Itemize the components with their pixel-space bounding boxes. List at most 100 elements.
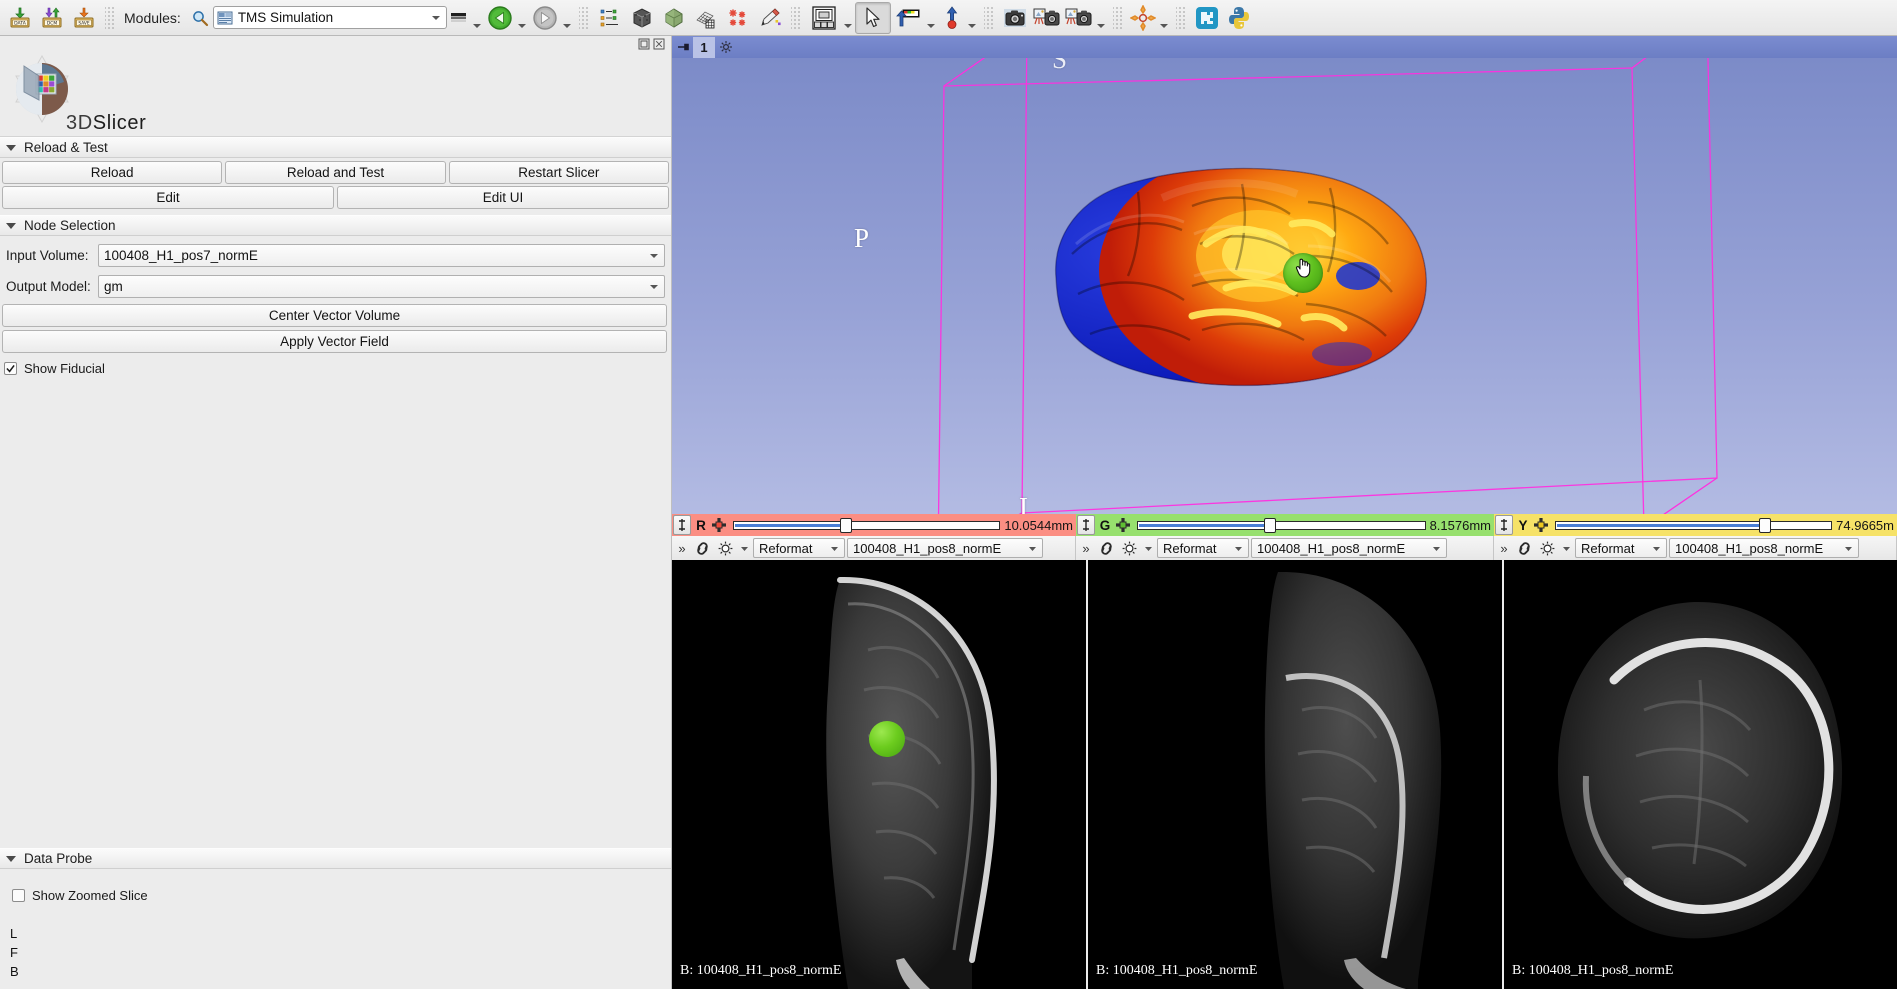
layout-icon[interactable] <box>806 3 842 33</box>
redo-dropdown[interactable] <box>561 3 574 33</box>
slice-visibility-dropdown-green[interactable] <box>1142 541 1155 556</box>
slice-visibility-toggle-red-icon[interactable] <box>715 538 736 558</box>
foreground-layer-icon[interactable] <box>891 3 925 33</box>
slice-offset-slider-red[interactable] <box>733 518 1000 532</box>
toolbar-separator <box>984 5 994 31</box>
input-volume-combobox[interactable]: 100408_H1_pos7_normE <box>98 244 665 267</box>
slice-visibility-toggle-yellow-icon[interactable] <box>1537 538 1558 558</box>
slice-label-yellow: B: 100408_H1_pos8_normE <box>1512 963 1673 979</box>
slice-link-red-icon[interactable] <box>692 538 713 558</box>
module-favorites-icon[interactable] <box>447 3 471 33</box>
slice-offset-controller-green[interactable]: G8.1576mm <box>1076 514 1494 536</box>
subject-hierarchy-icon[interactable] <box>594 3 626 33</box>
slice-visibility-dropdown-yellow[interactable] <box>1560 541 1573 556</box>
3d-view[interactable]: 1 <box>672 36 1897 514</box>
pin-slice-green-icon[interactable] <box>1077 515 1095 535</box>
collapse-triangle-icon <box>6 145 16 151</box>
pin-icon[interactable] <box>672 37 693 58</box>
section-node-selection[interactable]: Node Selection <box>0 215 671 236</box>
svg-text:DATA: DATA <box>14 20 27 26</box>
screenshot-icon[interactable] <box>999 3 1031 33</box>
slice-visibility-toggle-green-icon[interactable] <box>1119 538 1140 558</box>
slice-visibility-green-icon[interactable] <box>1113 515 1133 535</box>
slice-offset-value-green: 8.1576mm <box>1430 518 1494 533</box>
pin-slice-yellow-icon[interactable] <box>1495 515 1513 535</box>
module-selector-combobox[interactable]: TMS Simulation <box>213 6 447 29</box>
orientation-label-inferior: I <box>1019 492 1028 514</box>
section-reload-and-test[interactable]: Reload & Test <box>0 137 671 158</box>
restart-slicer-button[interactable]: Restart Slicer <box>449 161 669 184</box>
slice-visibility-red-icon[interactable] <box>709 515 729 535</box>
slice-offset-slider-yellow[interactable] <box>1555 518 1832 532</box>
crosshair-dropdown[interactable] <box>1158 3 1171 33</box>
reformat-combobox-red[interactable]: Reformat <box>753 538 845 558</box>
volume-rendering-icon[interactable] <box>626 3 658 33</box>
reload-button[interactable]: Reload <box>2 161 222 184</box>
crosshair-icon[interactable] <box>1128 3 1158 33</box>
slice-link-yellow-icon[interactable] <box>1514 538 1535 558</box>
brain-surface-model[interactable] <box>1042 158 1442 388</box>
slice-link-green-icon[interactable] <box>1096 538 1117 558</box>
reload-and-test-button[interactable]: Reload and Test <box>225 161 445 184</box>
popup-view-icon[interactable] <box>638 38 650 50</box>
slice-volume-combobox-green[interactable]: 100408_H1_pos8_normE <box>1251 538 1447 558</box>
undo-dropdown[interactable] <box>516 3 529 33</box>
show-fiducial-checkbox-row[interactable]: Show Fiducial <box>0 353 671 376</box>
module-favorites-dropdown[interactable] <box>471 3 484 33</box>
slice-volume-combobox-red[interactable]: 100408_H1_pos8_normE <box>847 538 1043 558</box>
output-model-combobox[interactable]: gm <box>98 275 665 298</box>
fiducial-place-icon[interactable] <box>938 3 966 33</box>
slice-visibility-dropdown-red[interactable] <box>738 541 751 556</box>
foreground-dropdown[interactable] <box>925 3 938 33</box>
annotations-icon[interactable] <box>754 3 786 33</box>
load-dicom-icon[interactable]: DCM <box>36 3 68 33</box>
apply-vector-field-button[interactable]: Apply Vector Field <box>2 330 667 353</box>
scene-views-dropdown[interactable] <box>1095 3 1108 33</box>
markups-icon[interactable] <box>722 3 754 33</box>
maximize-view-icon[interactable] <box>715 37 737 58</box>
reformat-combobox-yellow[interactable]: Reformat <box>1575 538 1667 558</box>
slice-visibility-yellow-icon[interactable] <box>1531 515 1551 535</box>
slice-view-red[interactable]: B: 100408_H1_pos8_normE <box>672 560 1086 989</box>
python-console-icon[interactable] <box>1223 3 1255 33</box>
undo-icon[interactable] <box>484 3 516 33</box>
mouse-mode-pointer-icon[interactable] <box>855 2 891 34</box>
redo-icon[interactable] <box>529 3 561 33</box>
3d-render-area[interactable]: P A I S <box>672 58 1897 514</box>
slice-offset-controller-yellow[interactable]: Y74.9665m <box>1494 514 1897 536</box>
output-model-label: Output Model: <box>2 279 98 294</box>
slice-toolbar-expand-red[interactable]: » <box>674 541 690 556</box>
slice-toolbar-expand-yellow[interactable]: » <box>1496 541 1512 556</box>
pin-slice-red-icon[interactable] <box>673 515 691 535</box>
slice-view-yellow[interactable]: B: 100408_H1_pos8_normE <box>1504 560 1897 989</box>
edit-button[interactable]: Edit <box>2 186 334 209</box>
slice-offset-slider-green[interactable] <box>1137 518 1426 532</box>
search-icon[interactable] <box>187 3 213 33</box>
scene-views-icon[interactable] <box>1031 3 1063 33</box>
slice-offset-value-yellow: 74.9665m <box>1836 518 1897 533</box>
slice-offset-controller-red[interactable]: R10.0544mm <box>672 514 1076 536</box>
slice-fiducial-red[interactable] <box>869 721 905 757</box>
edit-ui-button[interactable]: Edit UI <box>337 186 669 209</box>
models-icon[interactable] <box>658 3 690 33</box>
segment-editor-icon[interactable] <box>690 3 722 33</box>
layout-dropdown[interactable] <box>842 3 855 33</box>
slice-volume-combobox-yellow[interactable]: 100408_H1_pos8_normE <box>1669 538 1859 558</box>
load-data-icon[interactable]: DATA <box>4 3 36 33</box>
slice-view-green[interactable]: B: 100408_H1_pos8_normE <box>1088 560 1502 989</box>
reformat-combobox-green[interactable]: Reformat <box>1157 538 1249 558</box>
reformat-label-red: Reformat <box>759 541 827 556</box>
slice-label-green: B: 100408_H1_pos8_normE <box>1096 963 1257 979</box>
save-data-icon[interactable]: SAVE <box>68 3 100 33</box>
slice-toolbar-green: » Reformat100408_H1_pos8_normE <box>1076 536 1494 560</box>
show-zoomed-slice-checkbox-row[interactable]: Show Zoomed Slice <box>8 884 148 903</box>
show-fiducial-checkbox[interactable] <box>4 362 17 375</box>
show-zoomed-slice-checkbox[interactable] <box>12 889 25 902</box>
scene-views-capture-icon[interactable] <box>1063 3 1095 33</box>
slice-toolbar-expand-green[interactable]: » <box>1078 541 1094 556</box>
extension-manager-icon[interactable] <box>1191 3 1223 33</box>
center-vector-volume-button[interactable]: Center Vector Volume <box>2 304 667 327</box>
close-view-icon[interactable] <box>653 38 665 50</box>
section-data-probe[interactable]: Data Probe <box>0 848 671 869</box>
fiducial-dropdown[interactable] <box>966 3 979 33</box>
